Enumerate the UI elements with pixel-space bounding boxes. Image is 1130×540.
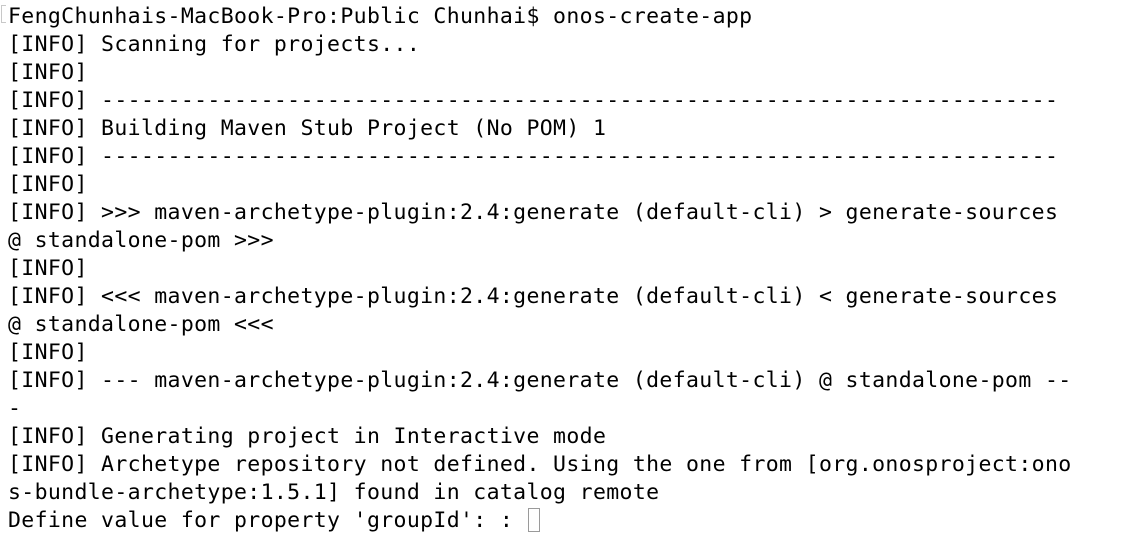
output-line: [INFO] --- maven-archetype-plugin:2.4:ge… (8, 368, 1072, 393)
output-line: [INFO] (8, 256, 88, 281)
output-line: [INFO] ---------------------------------… (8, 88, 1059, 113)
output-line: [INFO] ---------------------------------… (8, 144, 1059, 169)
input-prompt-line[interactable]: Define value for property 'groupId': : (8, 507, 1130, 535)
output-line: @ standalone-pom <<< (8, 312, 274, 337)
output-line: [INFO] >>> maven-archetype-plugin:2.4:ge… (8, 200, 1059, 225)
output-line: [INFO] Generating project in Interactive… (8, 424, 607, 449)
output-line: [INFO] Archetype repository not defined.… (8, 452, 1072, 477)
output-line: @ standalone-pom >>> (8, 228, 274, 253)
output-line: [INFO] Scanning for projects... (8, 32, 421, 57)
output-line: [INFO] <<< maven-archetype-plugin:2.4:ge… (8, 284, 1059, 309)
terminal-window[interactable]: FengChunhais-MacBook-Pro:Public Chunhai$… (0, 0, 1130, 540)
text-cursor[interactable] (528, 508, 541, 532)
output-line: [INFO] (8, 172, 88, 197)
command-line: FengChunhais-MacBook-Pro:Public Chunhai$… (8, 4, 753, 29)
selection-bracket-mark (1, 5, 6, 23)
prompt-text: Define value for property 'groupId': : (8, 508, 527, 533)
output-line: s-bundle-archetype:1.5.1] found in catal… (8, 480, 660, 505)
output-line: - (8, 396, 22, 421)
output-line: [INFO] Building Maven Stub Project (No P… (8, 116, 607, 141)
output-line: [INFO] (8, 60, 88, 85)
output-line: [INFO] (8, 340, 88, 365)
